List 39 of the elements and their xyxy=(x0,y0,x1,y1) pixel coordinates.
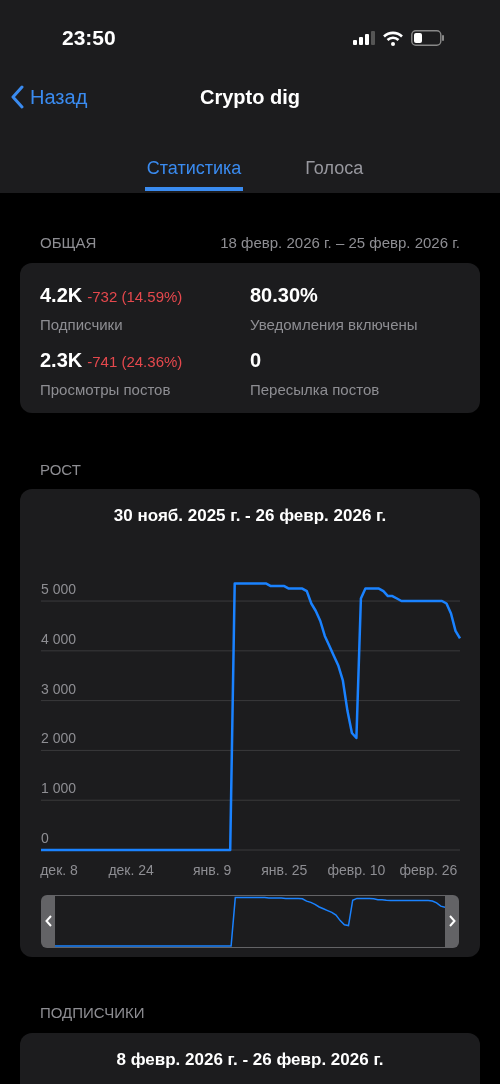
axis-label: дек. 24 xyxy=(108,861,154,878)
axis-label: 0 xyxy=(41,829,49,846)
axis-label: 3 000 xyxy=(41,680,77,697)
stat-value: 0 xyxy=(250,348,262,373)
stat-label: Уведомления включены xyxy=(250,314,419,335)
status-time: 23:50 xyxy=(62,25,116,52)
axis-label: янв. 25 xyxy=(261,861,308,878)
chevron-right-icon xyxy=(448,915,456,927)
axis-label: 1 000 xyxy=(41,779,77,796)
axis-label: 2 000 xyxy=(41,729,77,746)
stat-label: Просмотры постов xyxy=(40,380,172,400)
stat-value: 2.3K xyxy=(40,348,83,373)
chevron-left-icon xyxy=(10,85,24,109)
stat-change: -732 (14.59%) xyxy=(87,286,183,307)
section-header: РОСТ xyxy=(40,460,81,478)
chart-title: 8 февр. 2026 г. - 26 февр. 2026 г. xyxy=(116,1049,384,1069)
tab[interactable]: Голоса xyxy=(303,150,366,191)
period-label: 18 февр. 2026 г. – 25 февр. 2026 г. xyxy=(220,233,460,253)
axis-label: февр. 26 xyxy=(399,861,458,878)
axis-label: февр. 10 xyxy=(327,861,386,878)
stat-label: Пересылка постов xyxy=(250,380,381,400)
axis-label: 4 000 xyxy=(41,630,77,647)
page-title: Crypto dig xyxy=(200,85,300,110)
stat-value: 4.2K xyxy=(40,282,83,308)
tab[interactable]: Статистика xyxy=(144,150,244,191)
section-header: ПОДПИСЧИКИ xyxy=(40,1004,145,1021)
chevron-left-icon xyxy=(44,915,52,927)
stat-label: Подписчики xyxy=(40,314,124,335)
axis-label: янв. 9 xyxy=(193,861,232,878)
section-header: ОБЩАЯ xyxy=(40,233,97,253)
stat-change: -741 (24.36%) xyxy=(87,352,183,372)
back-button[interactable]: Назад xyxy=(0,82,88,112)
stat-value: 80.30% xyxy=(250,282,318,308)
chart-title: 30 нояб. 2025 г. - 26 февр. 2026 г. xyxy=(113,506,387,525)
axis-label: 5 000 xyxy=(41,580,77,597)
wifi-icon xyxy=(383,30,403,46)
battery-icon xyxy=(411,30,445,46)
axis-label: дек. 8 xyxy=(40,861,78,878)
signal-icon xyxy=(353,31,375,45)
